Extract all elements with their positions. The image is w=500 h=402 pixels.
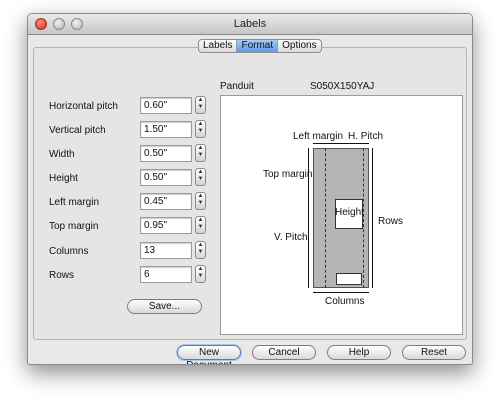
height-label: Height [49,173,78,184]
rows-stepper[interactable]: ▲ ▼ [195,265,206,283]
stepper-up-icon[interactable]: ▲ [196,97,205,104]
height-caption: Height [335,207,364,218]
window-title: Labels [233,18,267,30]
stepper-down-icon[interactable]: ▼ [196,104,205,111]
left-margin-stepper[interactable]: ▲ ▼ [195,192,206,210]
columns-label: Columns [49,246,89,257]
stepper-down-icon[interactable]: ▼ [196,128,205,135]
labels-window: Labels Horizontal pitch 0.60" ▲ ▼ Vertica… [27,13,473,365]
columns-dimension-line [313,292,369,293]
top-margin-label: Top margin [49,221,99,232]
stepper-up-icon[interactable]: ▲ [196,242,205,249]
title-bar: Labels [28,14,472,35]
label-preview: Left margin H. Pitch Top margin V. Pitch… [220,95,463,335]
stepper-down-icon[interactable]: ▼ [196,200,205,207]
stepper-up-icon[interactable]: ▲ [196,169,205,176]
stepper-down-icon[interactable]: ▼ [196,152,205,159]
columns-stepper[interactable]: ▲ ▼ [195,241,206,259]
help-button[interactable]: Help [327,345,391,360]
left-margin-label: Left margin [49,197,100,208]
stepper-up-icon[interactable]: ▲ [196,121,205,128]
vertical-pitch-field[interactable]: 1.50" [140,121,192,138]
rows-dimension-line [372,148,373,288]
v-pitch-dimension-line [308,148,309,288]
part-number-label: S050X150YAJ [310,81,375,92]
top-margin-caption: Top margin [263,169,313,180]
horizontal-pitch-stepper[interactable]: ▲ ▼ [195,96,206,114]
width-label: Width [49,149,75,160]
horizontal-pitch-field[interactable]: 0.60" [140,97,192,114]
manufacturer-label: Panduit [220,81,254,92]
columns-field[interactable]: 13 [140,242,192,259]
column-guide [363,148,364,288]
top-margin-field[interactable]: 0.95" [140,217,192,234]
vertical-pitch-label: Vertical pitch [49,125,106,136]
new-document-button[interactable]: New Document [177,345,241,364]
tab-bar: Labels Format Options [198,39,322,53]
h-pitch-caption: H. Pitch [348,131,384,142]
rows-label: Rows [49,270,75,281]
horizontal-pitch-label: Horizontal pitch [49,101,118,112]
stepper-up-icon[interactable]: ▲ [196,217,205,224]
label-cell-bottom [336,273,362,285]
stepper-down-icon[interactable]: ▼ [196,224,205,231]
height-field[interactable]: 0.50" [140,169,192,186]
columns-caption: Columns [325,296,365,307]
height-stepper[interactable]: ▲ ▼ [195,168,206,186]
cancel-button[interactable]: Cancel [252,345,316,360]
rows-caption: Rows [378,216,404,227]
stepper-down-icon[interactable]: ▼ [196,176,205,183]
column-guide [325,148,326,288]
rows-field[interactable]: 6 [140,266,192,283]
vertical-pitch-stepper[interactable]: ▲ ▼ [195,120,206,138]
stepper-up-icon[interactable]: ▲ [196,145,205,152]
stepper-up-icon[interactable]: ▲ [196,266,205,273]
save-button[interactable]: Save... [127,299,202,314]
format-panel: Horizontal pitch 0.60" ▲ ▼ Vertical pitch… [33,47,467,340]
tab-format[interactable]: Format [237,40,279,52]
width-stepper[interactable]: ▲ ▼ [195,144,206,162]
left-margin-caption: Left margin [293,131,344,142]
tab-labels[interactable]: Labels [199,40,238,52]
left-margin-field[interactable]: 0.45" [140,193,192,210]
top-margin-stepper[interactable]: ▲ ▼ [195,216,206,234]
width-field[interactable]: 0.50" [140,145,192,162]
v-pitch-caption: V. Pitch [274,232,308,243]
stepper-down-icon[interactable]: ▼ [196,273,205,280]
h-pitch-dimension-line [313,143,369,144]
stepper-down-icon[interactable]: ▼ [196,249,205,256]
stepper-up-icon[interactable]: ▲ [196,193,205,200]
reset-button[interactable]: Reset [402,345,466,360]
tab-options[interactable]: Options [278,40,320,52]
